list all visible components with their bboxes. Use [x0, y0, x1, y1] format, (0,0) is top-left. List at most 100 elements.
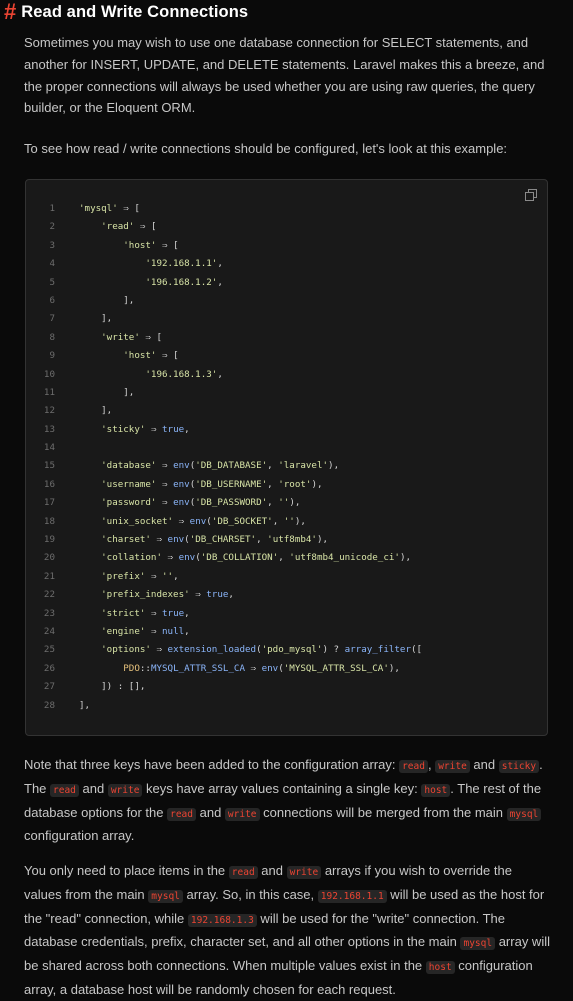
code-line: 9 'host' ⇒ [	[26, 347, 547, 365]
line-number: 1	[49, 203, 55, 214]
text-segment: array. So, in this case,	[182, 886, 318, 902]
code-line: 8 'write' ⇒ [	[26, 329, 547, 347]
line-number: 14	[43, 442, 55, 454]
line-number: 28	[43, 699, 55, 711]
inline-code: host	[425, 961, 455, 975]
keys-explanation-paragraph: Note that three keys have been added to …	[24, 754, 550, 847]
code-line-text: '192.168.1.1',	[145, 258, 223, 270]
line-number: 6	[49, 294, 55, 306]
code-line: 6 ],	[26, 292, 547, 310]
line-number: 16	[43, 478, 55, 490]
code-line: 22 'prefix_indexes' ⇒ true,	[26, 586, 547, 604]
code-line-text: PDO::MYSQL_ATTR_SSL_CA ⇒ env('MYSQL_ATTR…	[123, 662, 400, 674]
code-line: 26 PDO::MYSQL_ATTR_SSL_CA ⇒ env('MYSQL_A…	[26, 660, 547, 678]
code-line: 21 'prefix' ⇒ '',	[26, 568, 547, 586]
text-segment: configuration array.	[24, 828, 135, 844]
code-line-text: 'mysql' ⇒ [	[79, 203, 140, 214]
code-line: 10 '196.168.1.3',	[26, 366, 547, 384]
text-segment: and	[196, 804, 225, 820]
code-line-text: '196.168.1.2',	[145, 276, 223, 288]
inline-code: read	[50, 783, 79, 797]
inline-code: write	[435, 760, 470, 773]
code-line: 7 ],	[26, 310, 547, 328]
line-number: 5	[49, 276, 55, 288]
inline-code: 192.168.1.1	[317, 889, 387, 903]
code-line: 24 'engine' ⇒ null,	[26, 623, 547, 641]
code-line: 2 'read' ⇒ [	[26, 218, 547, 236]
inline-code: mysql	[506, 807, 542, 821]
inline-code: write	[107, 783, 143, 797]
code-block: 1'mysql' ⇒ [2 'read' ⇒ [3 'host' ⇒ [4 '1…	[25, 179, 548, 736]
line-number: 9	[49, 350, 55, 362]
text-segment: keys have array values containing a sing…	[142, 780, 422, 796]
code-line: 17 'password' ⇒ env('DB_PASSWORD', ''),	[26, 494, 547, 512]
code-line: 16 'username' ⇒ env('DB_USERNAME', 'root…	[26, 476, 547, 494]
line-number: 17	[43, 497, 55, 509]
line-number: 19	[43, 534, 55, 546]
code-line-text: ]) : [],	[79, 681, 146, 693]
code-line-text: ],	[79, 386, 135, 398]
code-line: 1 'mysql' ⇒ [	[26, 200, 547, 218]
code-line: 19 'charset' ⇒ env('DB_CHARSET', 'utf8mb…	[26, 531, 547, 549]
inline-code: read	[228, 866, 258, 879]
anchor-hash-link[interactable]: #	[4, 0, 16, 24]
code-line-text: 'charset' ⇒ env('DB_CHARSET', 'utf8mb4')…	[101, 534, 329, 546]
example-intro-paragraph: To see how read / write connections shou…	[24, 141, 508, 156]
inline-code: read	[399, 760, 428, 773]
text-segment: connections will be merged from the main	[259, 804, 507, 820]
code-line-text: 'prefix_indexes' ⇒ true,	[101, 589, 234, 601]
code-line: 25 'options' ⇒ extension_loaded('pdo_mys…	[26, 641, 547, 659]
code-line: 20 'collation' ⇒ env('DB_COLLATION', 'ut…	[26, 549, 547, 567]
code-lines: 1'mysql' ⇒ [2 'read' ⇒ [3 'host' ⇒ [4 '1…	[26, 200, 547, 715]
line-number: 11	[43, 386, 55, 398]
code-line: 18 'unix_socket' ⇒ env('DB_SOCKET', ''),	[26, 513, 547, 531]
code-line-text: 'collation' ⇒ env('DB_COLLATION', 'utf8m…	[101, 552, 412, 564]
inline-code: mysql	[460, 937, 496, 951]
code-line-text: ],	[79, 699, 91, 711]
code-line: 4 '192.168.1.1',	[26, 255, 547, 273]
text-segment: Note that three keys have been added to …	[24, 757, 400, 772]
line-number: 22	[43, 589, 55, 601]
code-line-text: ],	[79, 294, 135, 306]
code-line-text: '196.168.1.3',	[145, 368, 223, 380]
code-line-text: 'database' ⇒ env('DB_DATABASE', 'laravel…	[101, 460, 340, 472]
code-line-text: 'prefix' ⇒ '',	[101, 570, 179, 582]
text-segment: and	[257, 863, 287, 878]
code-line: 28],	[26, 697, 547, 715]
section-heading: # Read and Write Connections	[4, 0, 248, 24]
code-line: 3 'host' ⇒ [	[26, 237, 547, 255]
code-line-text: 'strict' ⇒ true,	[101, 607, 190, 619]
text-segment: You only need to place items in the	[24, 863, 229, 878]
line-number: 3	[49, 239, 55, 251]
inline-code: host	[421, 783, 451, 797]
code-line-text: 'write' ⇒ [	[101, 331, 163, 343]
inline-code: read	[167, 807, 196, 821]
intro-paragraph: Sometimes you may wish to use one databa…	[24, 35, 545, 116]
inline-code: write	[286, 866, 322, 879]
line-number: 20	[43, 552, 55, 564]
text-segment: and	[78, 780, 108, 796]
code-line-text: 'sticky' ⇒ true,	[101, 423, 190, 435]
line-number: 12	[43, 405, 55, 417]
line-number: 24	[43, 625, 55, 637]
code-line-text: 'engine' ⇒ null,	[101, 625, 190, 637]
line-number: 23	[43, 607, 55, 619]
page: # Read and Write Connections Sometimes y…	[0, 0, 573, 1000]
code-line-text: 'password' ⇒ env('DB_PASSWORD', ''),	[101, 497, 301, 509]
line-number: 4	[49, 258, 55, 270]
line-number: 27	[43, 681, 55, 693]
line-number: 2	[49, 221, 55, 233]
code-line-text: 'host' ⇒ [	[123, 239, 179, 251]
override-explanation-paragraph: You only need to place items in the read…	[24, 860, 550, 1001]
code-line-text: ],	[79, 405, 113, 417]
line-number: 26	[43, 662, 55, 674]
code-line-text: ],	[79, 313, 113, 325]
code-line: 23 'strict' ⇒ true,	[26, 605, 547, 623]
code-line-text: 'host' ⇒ [	[123, 350, 179, 362]
code-line: 5 '196.168.1.2',	[26, 274, 547, 292]
inline-code: 192.168.1.3	[187, 913, 257, 927]
line-number: 18	[43, 515, 55, 527]
line-number: 7	[49, 313, 55, 325]
line-number: 25	[43, 644, 55, 656]
code-line-text: 'read' ⇒ [	[101, 221, 157, 233]
